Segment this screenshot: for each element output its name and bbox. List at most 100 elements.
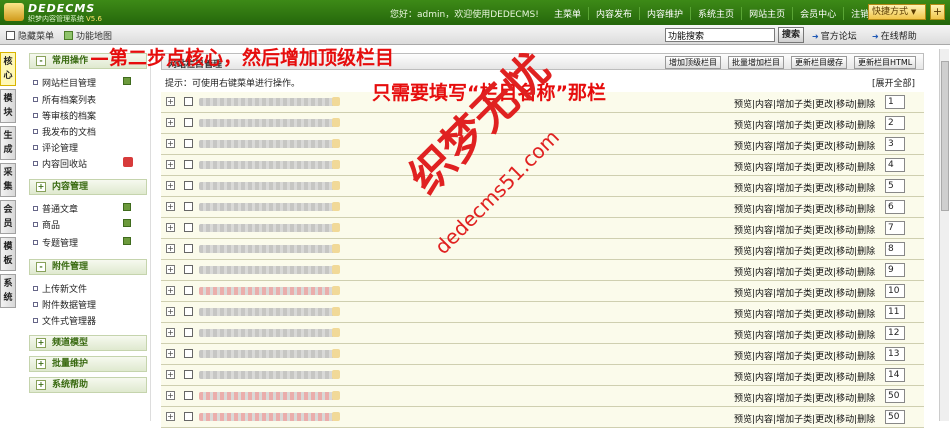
menu-item-article[interactable]: 普通文章	[33, 202, 78, 215]
row-checkbox[interactable]	[184, 181, 193, 190]
category-name[interactable]	[199, 370, 340, 379]
forum-link[interactable]: ➜ 官方论坛	[812, 29, 857, 42]
row-actions[interactable]: 预览|内容|增加子类|更改|移动|删除	[734, 139, 875, 152]
category-name[interactable]	[199, 139, 340, 148]
tab-generate[interactable]: 生成	[0, 126, 16, 160]
order-input[interactable]: 6	[885, 200, 905, 214]
row-actions[interactable]: 预览|内容|增加子类|更改|移动|删除	[734, 181, 875, 194]
expand-icon[interactable]: +	[166, 97, 175, 106]
row-checkbox[interactable]	[184, 391, 193, 400]
menu-item-file-manager[interactable]: 文件式管理器	[33, 314, 96, 327]
row-actions[interactable]: 预览|内容|增加子类|更改|移动|删除	[734, 202, 875, 215]
expand-icon[interactable]: +	[166, 181, 175, 190]
search-button[interactable]: 搜索	[778, 27, 804, 43]
expand-icon[interactable]: +	[166, 370, 175, 379]
category-name[interactable]	[199, 181, 340, 190]
add-icon[interactable]	[123, 77, 131, 85]
row-actions[interactable]: 预览|内容|增加子类|更改|移动|删除	[734, 265, 875, 278]
nav-maintain[interactable]: 内容维护	[639, 7, 690, 20]
tab-member[interactable]: 会员	[0, 200, 16, 234]
category-name[interactable]	[199, 391, 340, 400]
row-actions[interactable]: 预览|内容|增加子类|更改|移动|删除	[734, 370, 875, 383]
row-checkbox[interactable]	[184, 202, 193, 211]
row-checkbox[interactable]	[184, 118, 193, 127]
category-name[interactable]	[199, 244, 340, 253]
row-actions[interactable]: 预览|内容|增加子类|更改|移动|删除	[734, 97, 875, 110]
scrollbar[interactable]	[939, 49, 949, 421]
category-name[interactable]	[199, 349, 340, 358]
nav-member[interactable]: 会员中心	[792, 7, 843, 20]
add-quick-button[interactable]: +	[930, 4, 945, 20]
tab-core[interactable]: 核心	[0, 52, 16, 86]
add-icon[interactable]	[123, 219, 131, 227]
expand-icon[interactable]: +	[166, 349, 175, 358]
category-name[interactable]	[199, 307, 340, 316]
row-actions[interactable]: 预览|内容|增加子类|更改|移动|删除	[734, 286, 875, 299]
group-attachment[interactable]: - 附件管理	[29, 259, 147, 275]
expand-icon[interactable]: +	[166, 160, 175, 169]
order-input[interactable]: 10	[885, 284, 905, 298]
category-name[interactable]	[199, 328, 340, 337]
tab-module[interactable]: 模块	[0, 89, 16, 123]
order-input[interactable]: 14	[885, 368, 905, 382]
order-input[interactable]: 50	[885, 410, 905, 424]
menu-item-attach-data[interactable]: 附件数据管理	[33, 298, 96, 311]
row-checkbox[interactable]	[184, 223, 193, 232]
row-checkbox[interactable]	[184, 307, 193, 316]
row-checkbox[interactable]	[184, 244, 193, 253]
search-input[interactable]	[665, 28, 775, 42]
category-name[interactable]	[199, 265, 340, 274]
nav-site-home[interactable]: 网站主页	[741, 7, 792, 20]
row-actions[interactable]: 预览|内容|增加子类|更改|移动|删除	[734, 244, 875, 257]
row-actions[interactable]: 预览|内容|增加子类|更改|移动|删除	[734, 118, 875, 131]
order-input[interactable]: 1	[885, 95, 905, 109]
category-name[interactable]	[199, 160, 340, 169]
menu-item-comments[interactable]: 评论管理	[33, 141, 78, 154]
expand-icon[interactable]: +	[166, 391, 175, 400]
add-top-category-button[interactable]: 增加顶级栏目	[665, 56, 721, 69]
row-checkbox[interactable]	[184, 412, 193, 421]
category-name[interactable]	[199, 97, 340, 106]
order-input[interactable]: 11	[885, 305, 905, 319]
expand-icon[interactable]: +	[166, 244, 175, 253]
category-name[interactable]	[199, 286, 340, 295]
category-name[interactable]	[199, 202, 340, 211]
row-checkbox[interactable]	[184, 286, 193, 295]
menu-item-topics[interactable]: 专题管理	[33, 236, 78, 249]
quick-menu-button[interactable]: 快捷方式 ▼	[868, 4, 926, 20]
expand-icon[interactable]: +	[166, 139, 175, 148]
row-actions[interactable]: 预览|内容|增加子类|更改|移动|删除	[734, 391, 875, 404]
site-map-link[interactable]: 功能地图	[64, 29, 112, 42]
order-input[interactable]: 7	[885, 221, 905, 235]
row-actions[interactable]: 预览|内容|增加子类|更改|移动|删除	[734, 412, 875, 425]
order-input[interactable]: 50	[885, 389, 905, 403]
row-checkbox[interactable]	[184, 370, 193, 379]
expand-icon[interactable]: +	[166, 328, 175, 337]
expand-all-link[interactable]: [展开全部]	[872, 76, 915, 89]
batch-add-category-button[interactable]: 批量增加栏目	[728, 56, 784, 69]
order-input[interactable]: 13	[885, 347, 905, 361]
row-checkbox[interactable]	[184, 349, 193, 358]
group-batch[interactable]: + 批量维护	[29, 356, 147, 372]
category-name[interactable]	[199, 412, 340, 421]
update-html-button[interactable]: 更新栏目HTML	[854, 56, 917, 69]
order-input[interactable]: 9	[885, 263, 905, 277]
add-icon[interactable]	[123, 203, 131, 211]
menu-item-pending[interactable]: 等审核的档案	[33, 109, 96, 122]
row-actions[interactable]: 预览|内容|增加子类|更改|移动|删除	[734, 307, 875, 320]
scrollbar-thumb[interactable]	[941, 61, 949, 211]
row-checkbox[interactable]	[184, 328, 193, 337]
group-help[interactable]: + 系统帮助	[29, 377, 147, 393]
tab-system[interactable]: 系统	[0, 274, 16, 308]
update-cache-button[interactable]: 更新栏目缓存	[791, 56, 847, 69]
order-input[interactable]: 8	[885, 242, 905, 256]
row-actions[interactable]: 预览|内容|增加子类|更改|移动|删除	[734, 223, 875, 236]
row-checkbox[interactable]	[184, 265, 193, 274]
category-name[interactable]	[199, 118, 340, 127]
hide-menu-link[interactable]: 隐藏菜单	[6, 29, 54, 42]
order-input[interactable]: 2	[885, 116, 905, 130]
menu-item-all-archives[interactable]: 所有档案列表	[33, 93, 96, 106]
nav-main-menu[interactable]: 主菜单	[547, 7, 588, 20]
nav-publish[interactable]: 内容发布	[588, 7, 639, 20]
help-link[interactable]: ➜ 在线帮助	[872, 29, 917, 42]
